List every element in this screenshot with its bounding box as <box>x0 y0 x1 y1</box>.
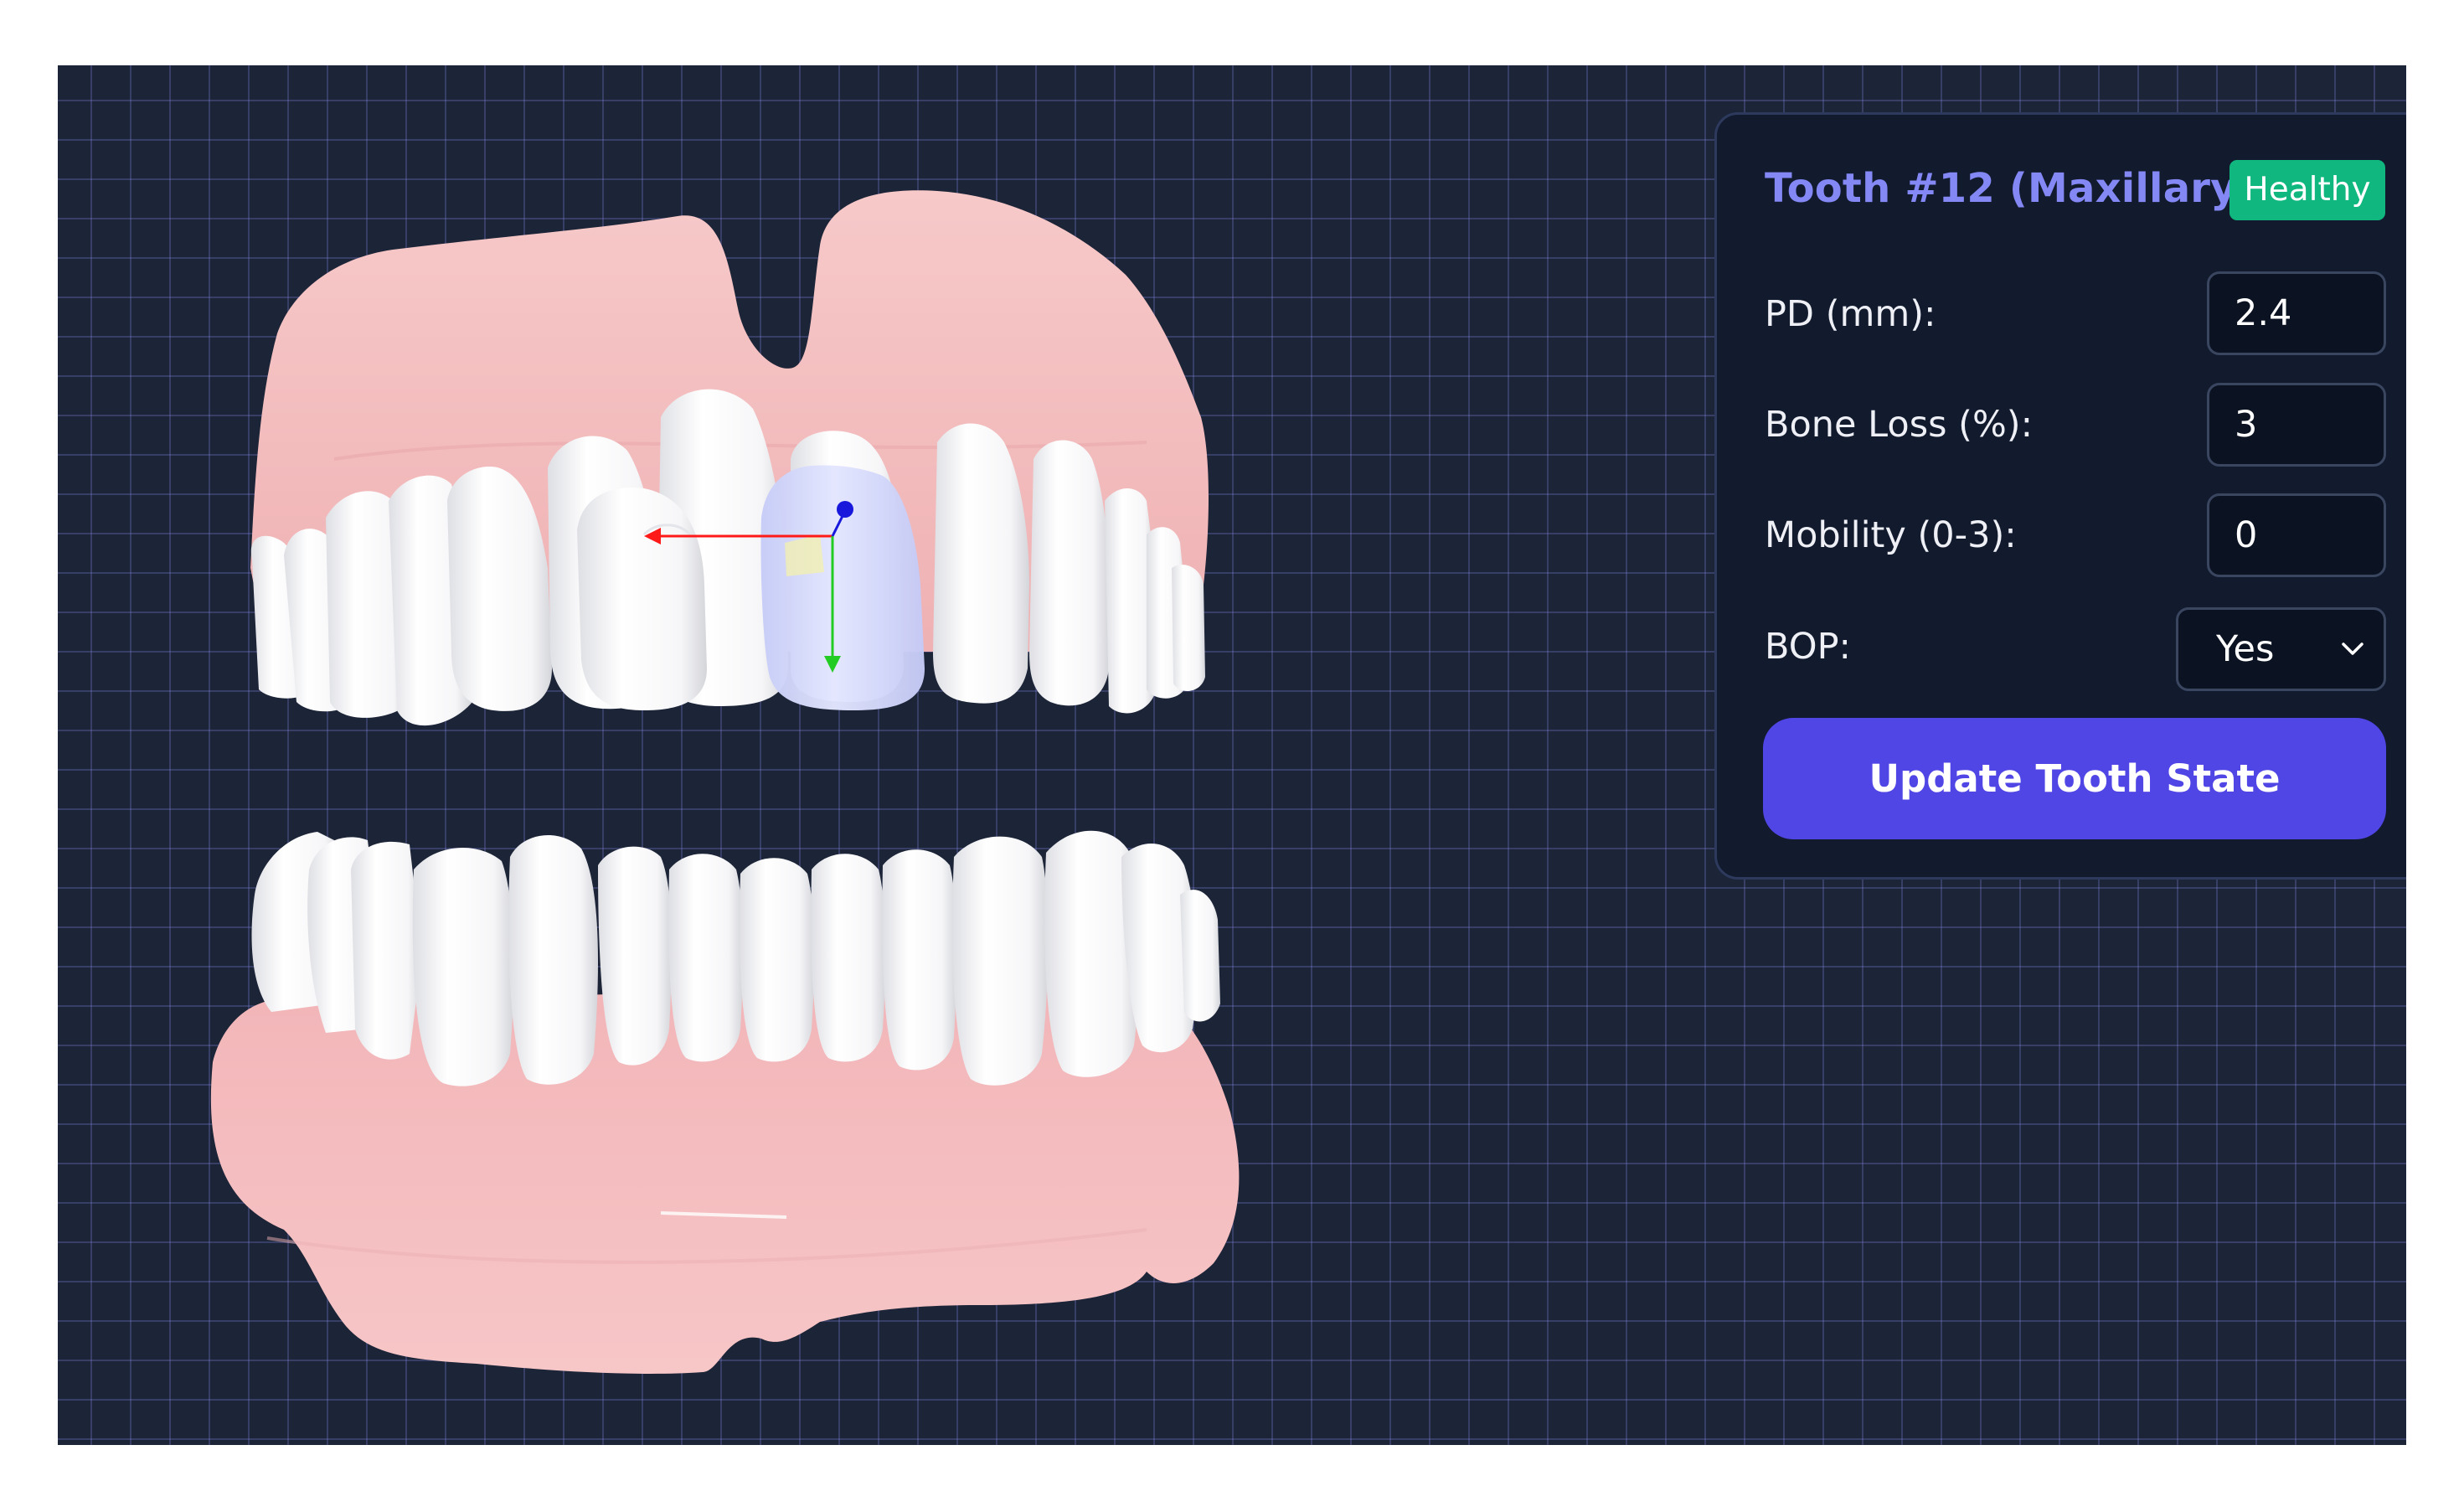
3d-viewport[interactable]: Tooth #12 (Maxillary) Healthy PD (mm): B… <box>58 65 2406 1445</box>
bop-select[interactable]: Yes <box>2176 607 2386 691</box>
bone-loss-label: Bone Loss (%): <box>1765 404 2034 446</box>
mobility-input[interactable] <box>2207 493 2386 577</box>
bop-selected-value: Yes <box>2216 628 2275 670</box>
upper-incisor[interactable] <box>577 488 707 710</box>
status-badge: Healthy <box>2229 160 2385 220</box>
tooth-details-panel: Tooth #12 (Maxillary) Healthy PD (mm): B… <box>1714 112 2406 880</box>
pd-label: PD (mm): <box>1765 293 1936 335</box>
bone-loss-input[interactable] <box>2207 383 2386 467</box>
chevron-down-icon <box>2342 642 2363 655</box>
bop-label: BOP: <box>1765 626 1852 668</box>
pd-input[interactable] <box>2207 271 2386 355</box>
update-tooth-state-button[interactable]: Update Tooth State <box>1763 718 2386 839</box>
panel-title: Tooth #12 (Maxillary) <box>1765 165 2255 212</box>
mobility-label: Mobility (0-3): <box>1765 514 2017 556</box>
